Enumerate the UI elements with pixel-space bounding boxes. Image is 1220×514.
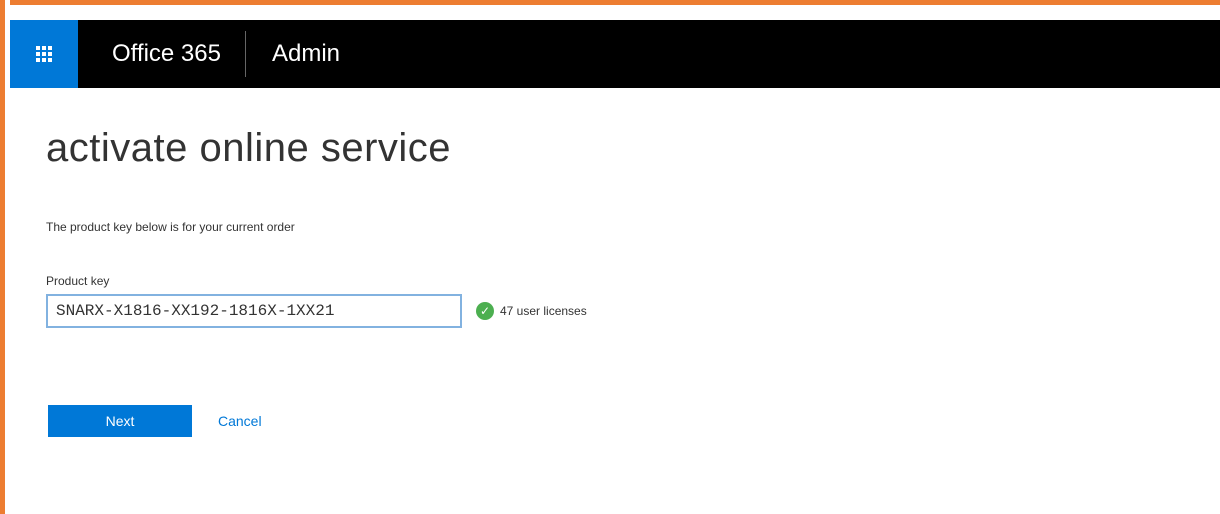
product-key-row: ✓ 47 user licenses — [46, 294, 587, 328]
app-launcher-button[interactable] — [10, 20, 78, 88]
check-circle-icon: ✓ — [476, 302, 494, 320]
form-actions: Next Cancel — [48, 405, 262, 437]
frame-top-border — [0, 0, 1220, 16]
section-title[interactable]: Admin — [272, 20, 340, 88]
page-title: activate online service — [46, 126, 452, 170]
suite-header: Office 365 Admin — [10, 20, 1220, 88]
product-key-input[interactable] — [46, 294, 462, 328]
licenses-count: 47 user licenses — [500, 304, 587, 318]
screenshot-frame: Office 365 Admin activate online service… — [0, 0, 1220, 514]
next-button[interactable]: Next — [48, 405, 192, 437]
page-subtitle: The product key below is for your curren… — [46, 220, 295, 234]
product-key-label: Product key — [46, 274, 110, 288]
cancel-link[interactable]: Cancel — [218, 413, 262, 429]
waffle-grid-icon — [36, 46, 52, 62]
page-header: activate online service — [46, 120, 451, 176]
header-divider — [244, 31, 246, 77]
frame-left-border — [0, 0, 10, 514]
brand-link[interactable]: Office 365 — [112, 20, 245, 88]
